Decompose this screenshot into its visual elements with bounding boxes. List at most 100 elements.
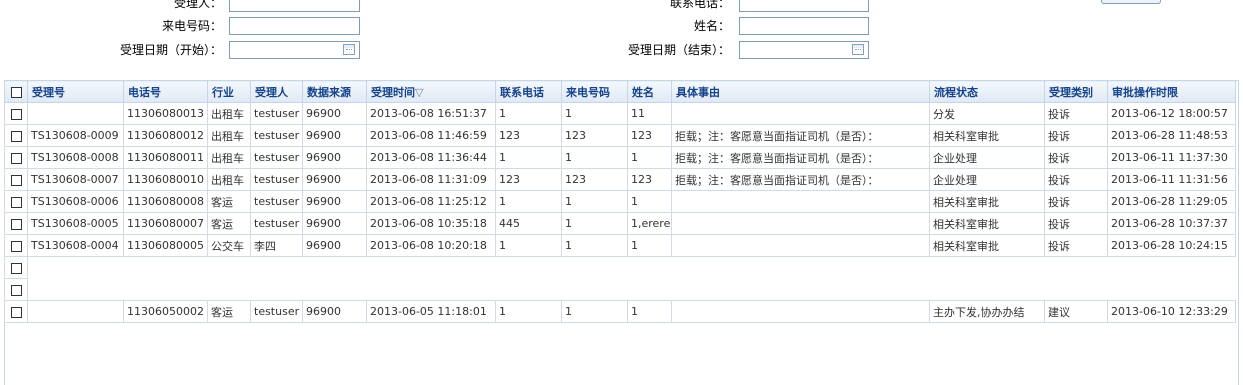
cell-acceptor: testuser: [250, 168, 303, 191]
cell-source: 96900: [302, 146, 367, 169]
caller-number-input[interactable]: [229, 17, 360, 35]
cell-acceptor: testuser: [250, 300, 303, 323]
row-checkbox[interactable]: [4, 124, 28, 147]
cell-accept-no: TS130608-0004: [27, 234, 124, 257]
cell-accept-no: [27, 300, 124, 323]
cell-name: 123: [627, 124, 672, 147]
col-name[interactable]: 姓名: [627, 80, 672, 103]
row-checkbox[interactable]: [4, 168, 28, 191]
cell-status: 企业处理: [929, 168, 1045, 191]
cell-caller-no: 1: [561, 212, 628, 235]
cell-industry: 出租车: [207, 168, 251, 191]
col-source[interactable]: 数据来源: [302, 80, 367, 103]
table-row[interactable]: TS130608-0009 11306080012 出租车 testuser 96900…: [4, 124, 1236, 147]
col-accept-no[interactable]: 受理号: [27, 80, 124, 103]
accept-person-input[interactable]: [229, 0, 360, 12]
cell-category: 投诉: [1044, 124, 1108, 147]
calendar-icon[interactable]: [343, 44, 355, 55]
cell-category: 投诉: [1044, 190, 1108, 213]
cell-accept-no: [27, 102, 124, 125]
cell-source: 96900: [302, 102, 367, 125]
cell-deadline: 2013-06-28 10:37:37: [1107, 212, 1236, 235]
row-checkbox[interactable]: [4, 146, 28, 169]
cell-caller-no: 1: [561, 234, 628, 257]
cell-phone: 11306080007: [123, 212, 208, 235]
cell-contact-phone: 123: [495, 124, 562, 147]
cell-phone: 11306080012: [123, 124, 208, 147]
cell-source: 96900: [302, 234, 367, 257]
empty-cell: [28, 279, 1236, 301]
table-row[interactable]: TS130608-0005 11306080007 客运 testuser 96900 2…: [4, 212, 1236, 235]
cell-name: 1: [627, 146, 672, 169]
row-checkbox[interactable]: [4, 190, 28, 213]
date-start-input[interactable]: [229, 41, 360, 59]
cell-name: 1,erere: [627, 212, 672, 235]
cell-status: 主办下发,协办办结: [929, 300, 1045, 323]
cell-reason: [671, 190, 930, 213]
cell-accept-time: 2013-06-08 10:35:18: [366, 212, 496, 235]
cell-phone: 11306080010: [123, 168, 208, 191]
cell-name: 11: [627, 102, 672, 125]
cell-industry: 公交车: [207, 234, 251, 257]
query-button[interactable]: [1101, 0, 1161, 4]
cell-name: 1: [627, 234, 672, 257]
cell-name: 123: [627, 168, 672, 191]
row-checkbox[interactable]: [4, 102, 28, 125]
col-deadline[interactable]: 审批操作时限: [1107, 80, 1236, 103]
cell-caller-no: 123: [561, 124, 628, 147]
cell-accept-time: 2013-06-08 16:51:37: [366, 102, 496, 125]
row-checkbox[interactable]: [4, 256, 28, 279]
col-accept-time[interactable]: 受理时间▽: [366, 80, 496, 103]
cell-caller-no: 1: [561, 300, 628, 323]
date-start-label: 受理日期（开始）：: [119, 43, 222, 57]
table-row[interactable]: TS130608-0006 11306080008 客运 testuser 96900 2…: [4, 190, 1236, 213]
cell-accept-time: 2013-06-08 11:36:44: [366, 146, 496, 169]
accept-time-header-label: 受理时间: [371, 85, 415, 99]
table-row[interactable]: 11306050002 客运 testuser 96900 2013-06-05 11:…: [4, 300, 1236, 323]
table-row[interactable]: TS130608-0004 11306080005 公交车 李四 96900 2013-0…: [4, 234, 1236, 257]
col-industry[interactable]: 行业: [207, 80, 251, 103]
cell-reason: 拒载；注：客愿意当面指证司机（是否）：: [671, 168, 930, 191]
col-acceptor[interactable]: 受理人: [250, 80, 303, 103]
table-row[interactable]: [4, 278, 1236, 301]
row-checkbox[interactable]: [4, 234, 28, 257]
cell-deadline: 2013-06-11 11:31:56: [1107, 168, 1236, 191]
cell-contact-phone: 1: [495, 146, 562, 169]
cell-category: 投诉: [1044, 234, 1108, 257]
col-contact-phone[interactable]: 联系电话: [495, 80, 562, 103]
cell-phone: 11306080008: [123, 190, 208, 213]
date-end-input[interactable]: [739, 41, 869, 59]
cell-accept-no: TS130608-0007: [27, 168, 124, 191]
cell-phone: 11306080011: [123, 146, 208, 169]
name-input[interactable]: [739, 17, 869, 35]
col-phone[interactable]: 电话号: [123, 80, 208, 103]
cell-source: 96900: [302, 190, 367, 213]
col-status[interactable]: 流程状态: [929, 80, 1045, 103]
cell-caller-no: 123: [561, 168, 628, 191]
calendar-icon[interactable]: [852, 44, 864, 55]
col-reason[interactable]: 具体事由: [671, 80, 930, 103]
row-checkbox[interactable]: [4, 300, 28, 323]
select-all-checkbox[interactable]: [4, 80, 28, 103]
cell-deadline: 2013-06-10 12:33:29: [1107, 300, 1236, 323]
table-row[interactable]: 11306080013 出租车 testuser 96900 2013-06-08 16…: [4, 102, 1236, 125]
contact-phone-input[interactable]: [739, 0, 869, 12]
cell-deadline: 2013-06-12 18:00:57: [1107, 102, 1236, 125]
date-end-label: 受理日期（结束）：: [627, 43, 730, 57]
cell-reason: [671, 212, 930, 235]
row-checkbox[interactable]: [4, 212, 28, 235]
cell-phone: 11306080013: [123, 102, 208, 125]
cell-industry: 客运: [207, 190, 251, 213]
table-body: 11306080013 出租车 testuser 96900 2013-06-08 16…: [4, 102, 1236, 323]
col-category[interactable]: 受理类别: [1044, 80, 1108, 103]
cell-category: 投诉: [1044, 212, 1108, 235]
col-caller-no[interactable]: 来电号码: [561, 80, 628, 103]
table-row[interactable]: [4, 256, 1236, 279]
cell-acceptor: testuser: [250, 190, 303, 213]
table-row[interactable]: TS130608-0007 11306080010 出租车 testuser 96900…: [4, 168, 1236, 191]
row-checkbox[interactable]: [4, 278, 28, 301]
cell-accept-time: 2013-06-08 10:20:18: [366, 234, 496, 257]
table-row[interactable]: TS130608-0008 11306080011 出租车 testuser 96900…: [4, 146, 1236, 169]
cell-industry: 出租车: [207, 124, 251, 147]
cell-industry: 客运: [207, 212, 251, 235]
